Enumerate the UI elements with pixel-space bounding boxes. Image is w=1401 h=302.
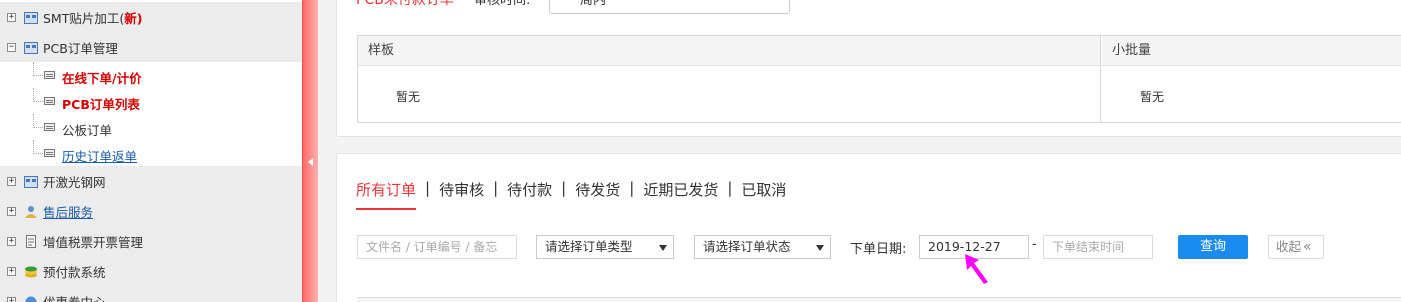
tree-line — [33, 62, 43, 76]
expand-icon[interactable]: + — [7, 176, 16, 186]
sidebar: + SMT贴片加工(新) − PCB订单管理 在线下单/计价 PCB订单列表 公… — [0, 0, 302, 302]
folder-icon — [24, 41, 38, 54]
empty-text: 暂无 — [1140, 90, 1165, 104]
tab-separator: | — [629, 179, 635, 197]
sidebar-subitem-label[interactable]: 公板订单 — [62, 120, 112, 139]
sidebar-item-label[interactable]: 售后服务 — [43, 202, 93, 221]
folder-icon — [24, 11, 38, 24]
empty-text: 暂无 — [396, 90, 421, 104]
order-table-header — [357, 297, 1401, 302]
column-header: 样板 — [358, 36, 1100, 66]
collapse-filter-button[interactable]: 收起 « — [1268, 235, 1324, 259]
invoice-icon — [26, 234, 36, 248]
order-type-select[interactable]: 请选择订单类型 — [536, 235, 674, 259]
sidebar-item-label: 预付款系统 — [43, 264, 106, 280]
order-status-select-value: 请选择订单状态 — [703, 239, 791, 254]
sidebar-subitem-online-order[interactable]: 在线下单/计价 — [0, 62, 302, 88]
folder-icon — [24, 175, 38, 188]
unpaid-orders-table: 样板 暂无 小批量 暂无 — [357, 35, 1401, 123]
tab-recently-shipped[interactable]: 近期已发货 — [643, 179, 718, 210]
sidebar-subitem-label[interactable]: 在线下单/计价 — [62, 68, 142, 87]
column-header: 小批量 — [1102, 36, 1401, 66]
tab-pending-shipment[interactable]: 待发货 — [575, 179, 620, 210]
sidebar-item-label: 优惠券中心 — [43, 294, 106, 302]
order-list-card — [336, 153, 1401, 302]
date-range-dash: - — [1032, 237, 1037, 252]
tab-pending-review[interactable]: 待审核 — [439, 179, 484, 210]
sidebar-item-label: 增值税票开票管理 — [43, 234, 144, 250]
coins-icon — [25, 266, 37, 277]
sidebar-subitem-label[interactable]: 历史订单返单 — [62, 146, 137, 165]
small-batch-column: 小批量 暂无 — [1102, 36, 1401, 122]
sidebar-item-pcb-orders[interactable]: − PCB订单管理 — [0, 32, 302, 62]
sidebar-item-label: SMT贴片加工(新) — [43, 10, 143, 26]
expand-icon[interactable]: + — [7, 206, 16, 216]
order-type-select-value: 请选择订单类型 — [545, 239, 633, 254]
document-icon — [44, 71, 55, 79]
sidebar-item-smt[interactable]: + SMT贴片加工(新) — [0, 2, 302, 32]
expand-icon[interactable]: + — [7, 266, 16, 276]
caret-down-icon — [659, 245, 667, 251]
tab-pending-payment[interactable]: 待付款 — [507, 179, 552, 210]
caret-down-icon — [816, 245, 824, 251]
document-icon — [44, 149, 55, 157]
collapse-filter-label: 收起 — [1276, 239, 1302, 254]
order-status-tabs: 所有订单 | 待审核 | 待付款 | 待发货 | 近期已发货 | 已取消 — [356, 179, 786, 211]
tab-cancelled[interactable]: 已取消 — [741, 179, 786, 210]
user-icon — [25, 205, 37, 218]
sidebar-item-prepaid[interactable]: + 预付款系统 — [0, 256, 302, 286]
double-chevron-left-icon: « — [1303, 239, 1312, 255]
sidebar-subitem-pcb-list[interactable]: PCB订单列表 — [0, 88, 302, 114]
sidebar-subitem-history[interactable]: 历史订单返单 — [0, 140, 302, 166]
audit-time-label: 审核时间: — [474, 0, 531, 8]
coupon-icon — [25, 296, 37, 302]
sidebar-subitem-label[interactable]: PCB订单列表 — [62, 94, 140, 113]
tree-line — [33, 88, 43, 102]
pointer-arrow-icon — [965, 254, 988, 284]
unpaid-orders-title: PCB未付款订单 — [356, 0, 454, 8]
search-input[interactable]: 文件名 / 订单编号 / 备忘 — [357, 235, 517, 259]
query-button[interactable]: 查询 — [1178, 235, 1248, 259]
sidebar-item-label: PCB订单管理 — [43, 40, 118, 56]
expand-icon[interactable]: + — [7, 236, 16, 246]
tree-line — [33, 114, 43, 128]
tab-separator: | — [425, 179, 431, 197]
sidebar-item-label: 开激光钢网 — [43, 174, 106, 190]
sidebar-splitter[interactable] — [302, 0, 318, 302]
document-icon — [44, 123, 55, 131]
tab-separator: | — [727, 179, 733, 197]
sidebar-subitem-public-board[interactable]: 公板订单 — [0, 114, 302, 140]
document-icon — [44, 97, 55, 105]
date-end-input[interactable]: 下单结束时间 — [1043, 235, 1153, 259]
tab-separator: | — [561, 179, 567, 197]
order-date-label: 下单日期: — [850, 242, 907, 257]
sidebar-item-stencil[interactable]: + 开激光钢网 — [0, 166, 302, 196]
collapse-icon[interactable]: − — [7, 42, 16, 52]
tab-separator: | — [493, 179, 499, 197]
audit-time-select[interactable]: 周内 — [549, 0, 790, 14]
tab-all-orders[interactable]: 所有订单 — [356, 179, 417, 210]
expand-icon[interactable]: + — [7, 12, 16, 22]
sidebar-item-invoice[interactable]: + 增值税票开票管理 — [0, 226, 302, 256]
sidebar-item-after-sales[interactable]: + 售后服务 — [0, 196, 302, 226]
sidebar-item-coupons[interactable]: + 优惠券中心 — [0, 286, 302, 302]
order-status-select[interactable]: 请选择订单状态 — [694, 235, 831, 259]
tree-line — [33, 140, 43, 154]
sample-column: 样板 暂无 — [358, 36, 1101, 122]
sidebar-submenu: 在线下单/计价 PCB订单列表 公板订单 历史订单返单 — [0, 62, 302, 166]
collapse-arrow-icon[interactable] — [308, 158, 313, 166]
expand-icon[interactable]: + — [7, 296, 16, 302]
